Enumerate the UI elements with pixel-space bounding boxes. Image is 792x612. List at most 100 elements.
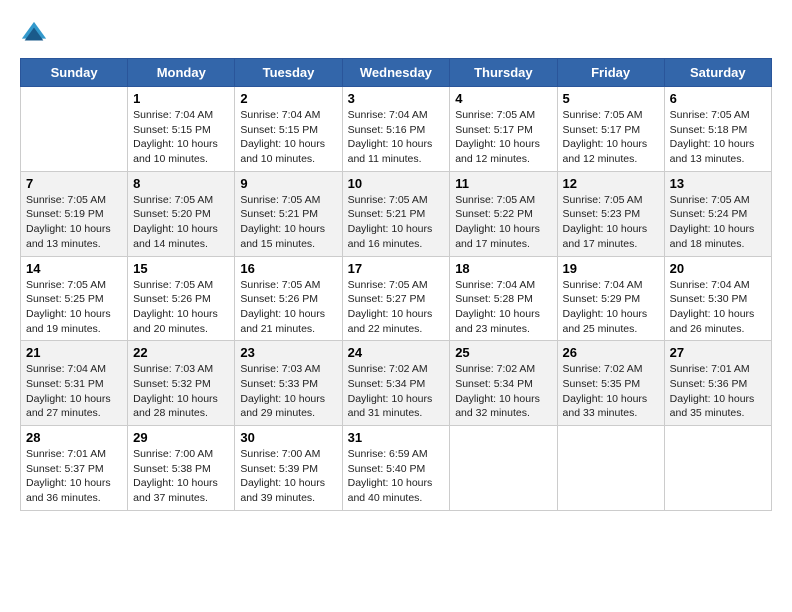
day-header-sunday: Sunday <box>21 59 128 87</box>
cell-details: Sunrise: 7:04 AMSunset: 5:28 PMDaylight:… <box>455 278 551 337</box>
date-number: 1 <box>133 91 229 106</box>
date-number: 16 <box>240 261 336 276</box>
date-number: 12 <box>563 176 659 191</box>
calendar-cell: 20 Sunrise: 7:04 AMSunset: 5:30 PMDayligh… <box>664 256 771 341</box>
calendar-cell <box>557 426 664 511</box>
date-number: 6 <box>670 91 766 106</box>
cell-details: Sunrise: 7:04 AMSunset: 5:29 PMDaylight:… <box>563 278 659 337</box>
cell-details: Sunrise: 7:03 AMSunset: 5:32 PMDaylight:… <box>133 362 229 421</box>
date-number: 29 <box>133 430 229 445</box>
cell-details: Sunrise: 7:05 AMSunset: 5:26 PMDaylight:… <box>133 278 229 337</box>
cell-details: Sunrise: 7:04 AMSunset: 5:16 PMDaylight:… <box>348 108 445 167</box>
cell-details: Sunrise: 7:02 AMSunset: 5:34 PMDaylight:… <box>348 362 445 421</box>
cell-details: Sunrise: 7:05 AMSunset: 5:18 PMDaylight:… <box>670 108 766 167</box>
week-row-4: 21Sunrise: 7:04 AMSunset: 5:31 PMDayligh… <box>21 341 772 426</box>
day-header-tuesday: Tuesday <box>235 59 342 87</box>
date-number: 22 <box>133 345 229 360</box>
week-row-3: 14 Sunrise: 7:05 AMSunset: 5:25 PMDayligh… <box>21 256 772 341</box>
date-number: 28 <box>26 430 122 445</box>
cell-details: Sunrise: 7:05 AMSunset: 5:17 PMDaylight:… <box>563 108 659 167</box>
week-row-1: 1 Sunrise: 7:04 AMSunset: 5:15 PMDaylight… <box>21 87 772 172</box>
calendar-cell: 21Sunrise: 7:04 AMSunset: 5:31 PMDayligh… <box>21 341 128 426</box>
date-number: 19 <box>563 261 659 276</box>
date-number: 13 <box>670 176 766 191</box>
cell-details: Sunrise: 7:05 AMSunset: 5:17 PMDaylight:… <box>455 108 551 167</box>
date-number: 18 <box>455 261 551 276</box>
cell-details: Sunrise: 7:04 AMSunset: 5:15 PMDaylight:… <box>133 108 229 167</box>
cell-details: Sunrise: 7:05 AMSunset: 5:19 PMDaylight:… <box>26 193 122 252</box>
calendar-cell: 12 Sunrise: 7:05 AMSunset: 5:23 PMDayligh… <box>557 171 664 256</box>
calendar-cell: 8Sunrise: 7:05 AMSunset: 5:20 PMDaylight… <box>128 171 235 256</box>
date-number: 3 <box>348 91 445 106</box>
calendar-table: SundayMondayTuesdayWednesdayThursdayFrid… <box>20 58 772 511</box>
date-number: 9 <box>240 176 336 191</box>
calendar-cell <box>450 426 557 511</box>
cell-details: Sunrise: 7:01 AMSunset: 5:37 PMDaylight:… <box>26 447 122 506</box>
cell-details: Sunrise: 7:05 AMSunset: 5:25 PMDaylight:… <box>26 278 122 337</box>
calendar-cell: 24Sunrise: 7:02 AMSunset: 5:34 PMDayligh… <box>342 341 450 426</box>
calendar-cell: 30 Sunrise: 7:00 AMSunset: 5:39 PMDayligh… <box>235 426 342 511</box>
calendar-cell: 23Sunrise: 7:03 AMSunset: 5:33 PMDayligh… <box>235 341 342 426</box>
calendar-cell: 7 Sunrise: 7:05 AMSunset: 5:19 PMDaylight… <box>21 171 128 256</box>
cell-details: Sunrise: 7:05 AMSunset: 5:26 PMDaylight:… <box>240 278 336 337</box>
calendar-cell: 17Sunrise: 7:05 AMSunset: 5:27 PMDayligh… <box>342 256 450 341</box>
date-number: 4 <box>455 91 551 106</box>
date-number: 2 <box>240 91 336 106</box>
day-header-saturday: Saturday <box>664 59 771 87</box>
calendar-cell: 6 Sunrise: 7:05 AMSunset: 5:18 PMDaylight… <box>664 87 771 172</box>
calendar-cell: 25Sunrise: 7:02 AMSunset: 5:34 PMDayligh… <box>450 341 557 426</box>
calendar-cell: 22 Sunrise: 7:03 AMSunset: 5:32 PMDayligh… <box>128 341 235 426</box>
logo <box>20 20 52 48</box>
calendar-cell <box>664 426 771 511</box>
date-number: 20 <box>670 261 766 276</box>
day-header-monday: Monday <box>128 59 235 87</box>
calendar-cell: 2 Sunrise: 7:04 AMSunset: 5:15 PMDaylight… <box>235 87 342 172</box>
date-number: 7 <box>26 176 122 191</box>
cell-details: Sunrise: 7:04 AMSunset: 5:15 PMDaylight:… <box>240 108 336 167</box>
calendar-cell: 19 Sunrise: 7:04 AMSunset: 5:29 PMDayligh… <box>557 256 664 341</box>
calendar-cell: 28 Sunrise: 7:01 AMSunset: 5:37 PMDayligh… <box>21 426 128 511</box>
logo-icon <box>20 20 48 48</box>
week-row-2: 7 Sunrise: 7:05 AMSunset: 5:19 PMDaylight… <box>21 171 772 256</box>
cell-details: Sunrise: 7:05 AMSunset: 5:21 PMDaylight:… <box>348 193 445 252</box>
day-header-thursday: Thursday <box>450 59 557 87</box>
date-number: 30 <box>240 430 336 445</box>
cell-details: Sunrise: 7:00 AMSunset: 5:38 PMDaylight:… <box>133 447 229 506</box>
calendar-cell: 29 Sunrise: 7:00 AMSunset: 5:38 PMDayligh… <box>128 426 235 511</box>
calendar-cell: 26Sunrise: 7:02 AMSunset: 5:35 PMDayligh… <box>557 341 664 426</box>
day-header-friday: Friday <box>557 59 664 87</box>
calendar-cell: 9Sunrise: 7:05 AMSunset: 5:21 PMDaylight… <box>235 171 342 256</box>
cell-details: Sunrise: 7:05 AMSunset: 5:23 PMDaylight:… <box>563 193 659 252</box>
cell-details: Sunrise: 7:04 AMSunset: 5:30 PMDaylight:… <box>670 278 766 337</box>
calendar-cell: 18 Sunrise: 7:04 AMSunset: 5:28 PMDayligh… <box>450 256 557 341</box>
date-number: 8 <box>133 176 229 191</box>
date-number: 11 <box>455 176 551 191</box>
cell-details: Sunrise: 7:05 AMSunset: 5:27 PMDaylight:… <box>348 278 445 337</box>
calendar-cell: 1 Sunrise: 7:04 AMSunset: 5:15 PMDaylight… <box>128 87 235 172</box>
date-number: 15 <box>133 261 229 276</box>
cell-details: Sunrise: 7:02 AMSunset: 5:34 PMDaylight:… <box>455 362 551 421</box>
cell-details: Sunrise: 7:00 AMSunset: 5:39 PMDaylight:… <box>240 447 336 506</box>
calendar-cell: 14 Sunrise: 7:05 AMSunset: 5:25 PMDayligh… <box>21 256 128 341</box>
cell-details: Sunrise: 7:04 AMSunset: 5:31 PMDaylight:… <box>26 362 122 421</box>
calendar-cell: 4 Sunrise: 7:05 AMSunset: 5:17 PMDaylight… <box>450 87 557 172</box>
cell-details: Sunrise: 7:05 AMSunset: 5:22 PMDaylight:… <box>455 193 551 252</box>
calendar-cell <box>21 87 128 172</box>
cell-details: Sunrise: 7:03 AMSunset: 5:33 PMDaylight:… <box>240 362 336 421</box>
cell-details: Sunrise: 7:01 AMSunset: 5:36 PMDaylight:… <box>670 362 766 421</box>
page-header <box>20 20 772 48</box>
calendar-cell: 10Sunrise: 7:05 AMSunset: 5:21 PMDayligh… <box>342 171 450 256</box>
calendar-cell: 5 Sunrise: 7:05 AMSunset: 5:17 PMDaylight… <box>557 87 664 172</box>
cell-details: Sunrise: 7:02 AMSunset: 5:35 PMDaylight:… <box>563 362 659 421</box>
date-number: 27 <box>670 345 766 360</box>
calendar-cell: 15 Sunrise: 7:05 AMSunset: 5:26 PMDayligh… <box>128 256 235 341</box>
calendar-cell: 13Sunrise: 7:05 AMSunset: 5:24 PMDayligh… <box>664 171 771 256</box>
cell-details: Sunrise: 6:59 AMSunset: 5:40 PMDaylight:… <box>348 447 445 506</box>
calendar-cell: 27 Sunrise: 7:01 AMSunset: 5:36 PMDayligh… <box>664 341 771 426</box>
day-header-wednesday: Wednesday <box>342 59 450 87</box>
date-number: 5 <box>563 91 659 106</box>
calendar-cell: 3 Sunrise: 7:04 AMSunset: 5:16 PMDaylight… <box>342 87 450 172</box>
days-header-row: SundayMondayTuesdayWednesdayThursdayFrid… <box>21 59 772 87</box>
date-number: 14 <box>26 261 122 276</box>
week-row-5: 28 Sunrise: 7:01 AMSunset: 5:37 PMDayligh… <box>21 426 772 511</box>
